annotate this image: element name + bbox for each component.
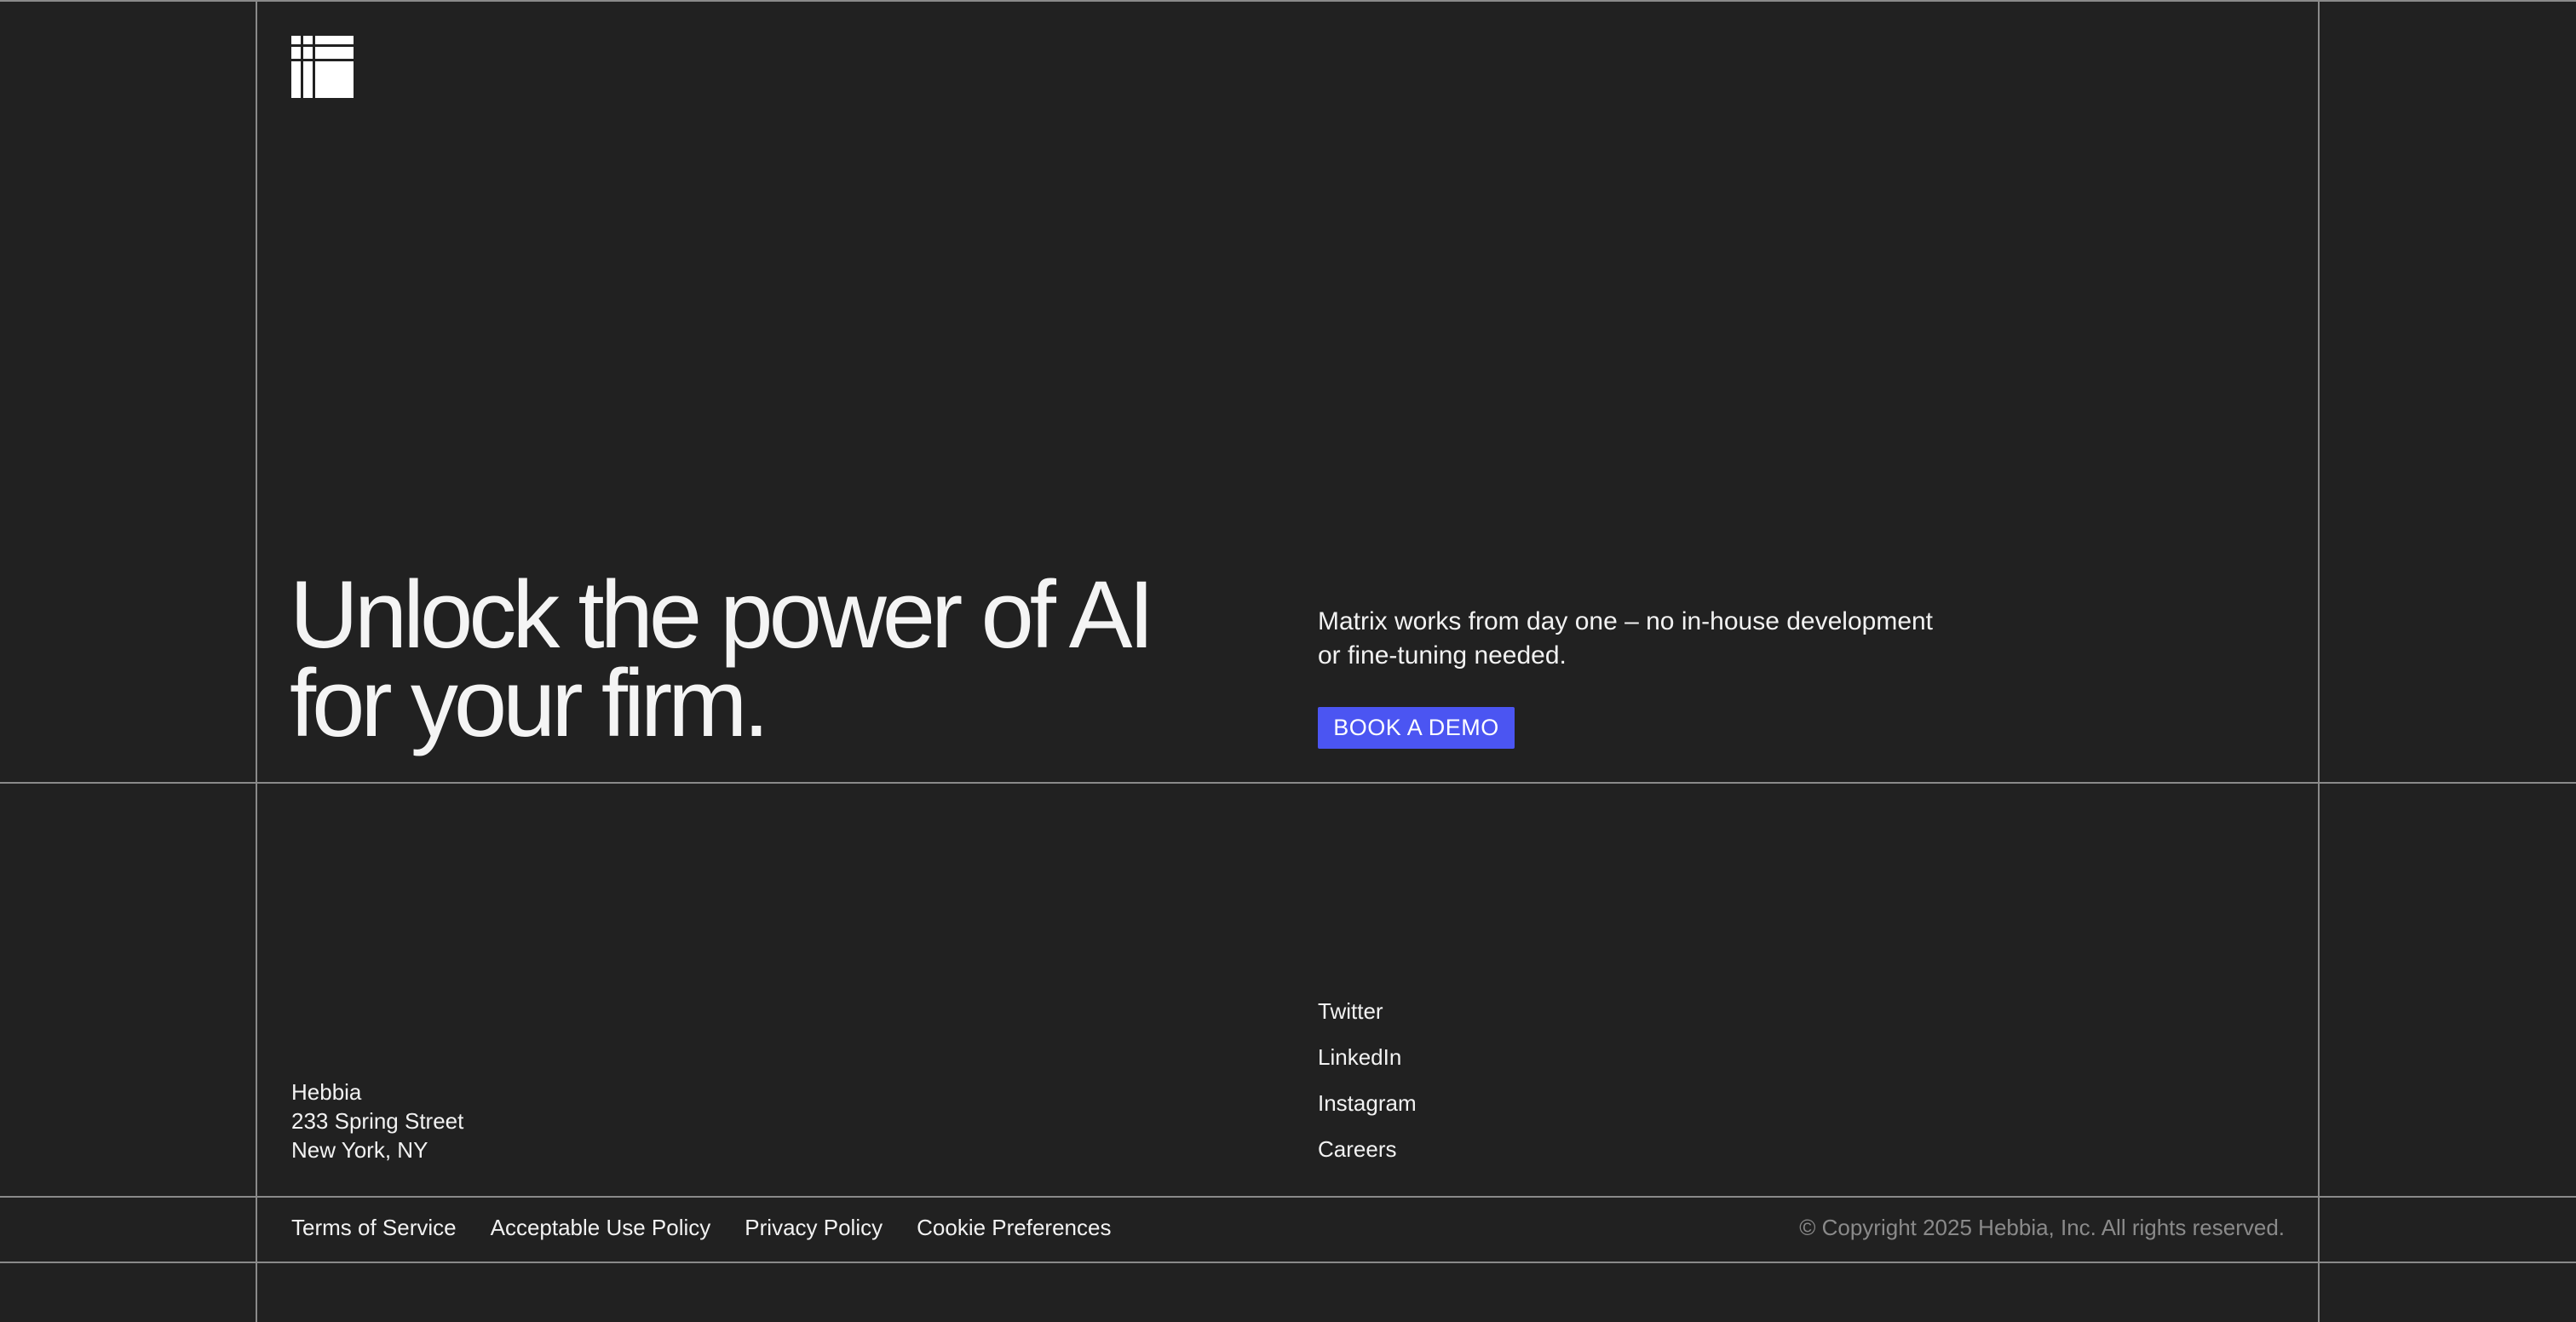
company-address: Hebbia 233 Spring Street New York, NY: [291, 1078, 463, 1164]
hero-subtitle: Matrix works from day one – no in-house …: [1318, 605, 1999, 673]
grid-line-hero-bottom: [0, 782, 2576, 784]
careers-link[interactable]: Careers: [1318, 1133, 1417, 1179]
address-city: New York, NY: [291, 1137, 428, 1163]
social-links: Twitter LinkedIn Instagram Careers: [1318, 995, 1417, 1179]
footer-legal-links: Terms of Service Acceptable Use Policy P…: [291, 1215, 1111, 1241]
hero-subtitle-line-2: or fine-tuning needed.: [1318, 641, 1567, 670]
grid-line-footer-top: [0, 1196, 2576, 1198]
hebbia-logo-icon[interactable]: [291, 36, 354, 98]
grid-line-top: [0, 0, 2576, 2]
hero-title: Unlock the power of AI for your firm.: [290, 567, 1295, 751]
grid-line-footer-bottom: [0, 1262, 2576, 1263]
address-street: 233 Spring Street: [291, 1108, 464, 1134]
cookie-preferences-link[interactable]: Cookie Preferences: [917, 1215, 1111, 1241]
hero-subtitle-line-1: Matrix works from day one – no in-house …: [1318, 607, 1934, 635]
twitter-link[interactable]: Twitter: [1318, 995, 1417, 1041]
book-demo-button[interactable]: BOOK A DEMO: [1318, 707, 1515, 749]
acceptable-use-policy-link[interactable]: Acceptable Use Policy: [491, 1215, 711, 1241]
logo-grid-icon: [291, 36, 354, 98]
copyright-text: © Copyright 2025 Hebbia, Inc. All rights…: [1799, 1215, 2285, 1240]
hero-title-line-2: for your firm.: [290, 650, 770, 756]
privacy-policy-link[interactable]: Privacy Policy: [745, 1215, 883, 1241]
page: Unlock the power of AI for your firm. Ma…: [0, 0, 2576, 1322]
company-name: Hebbia: [291, 1079, 362, 1105]
linkedin-link[interactable]: LinkedIn: [1318, 1041, 1417, 1087]
terms-of-service-link[interactable]: Terms of Service: [291, 1215, 457, 1241]
instagram-link[interactable]: Instagram: [1318, 1087, 1417, 1133]
grid-line-left: [256, 0, 257, 1322]
grid-line-right: [2318, 0, 2320, 1322]
